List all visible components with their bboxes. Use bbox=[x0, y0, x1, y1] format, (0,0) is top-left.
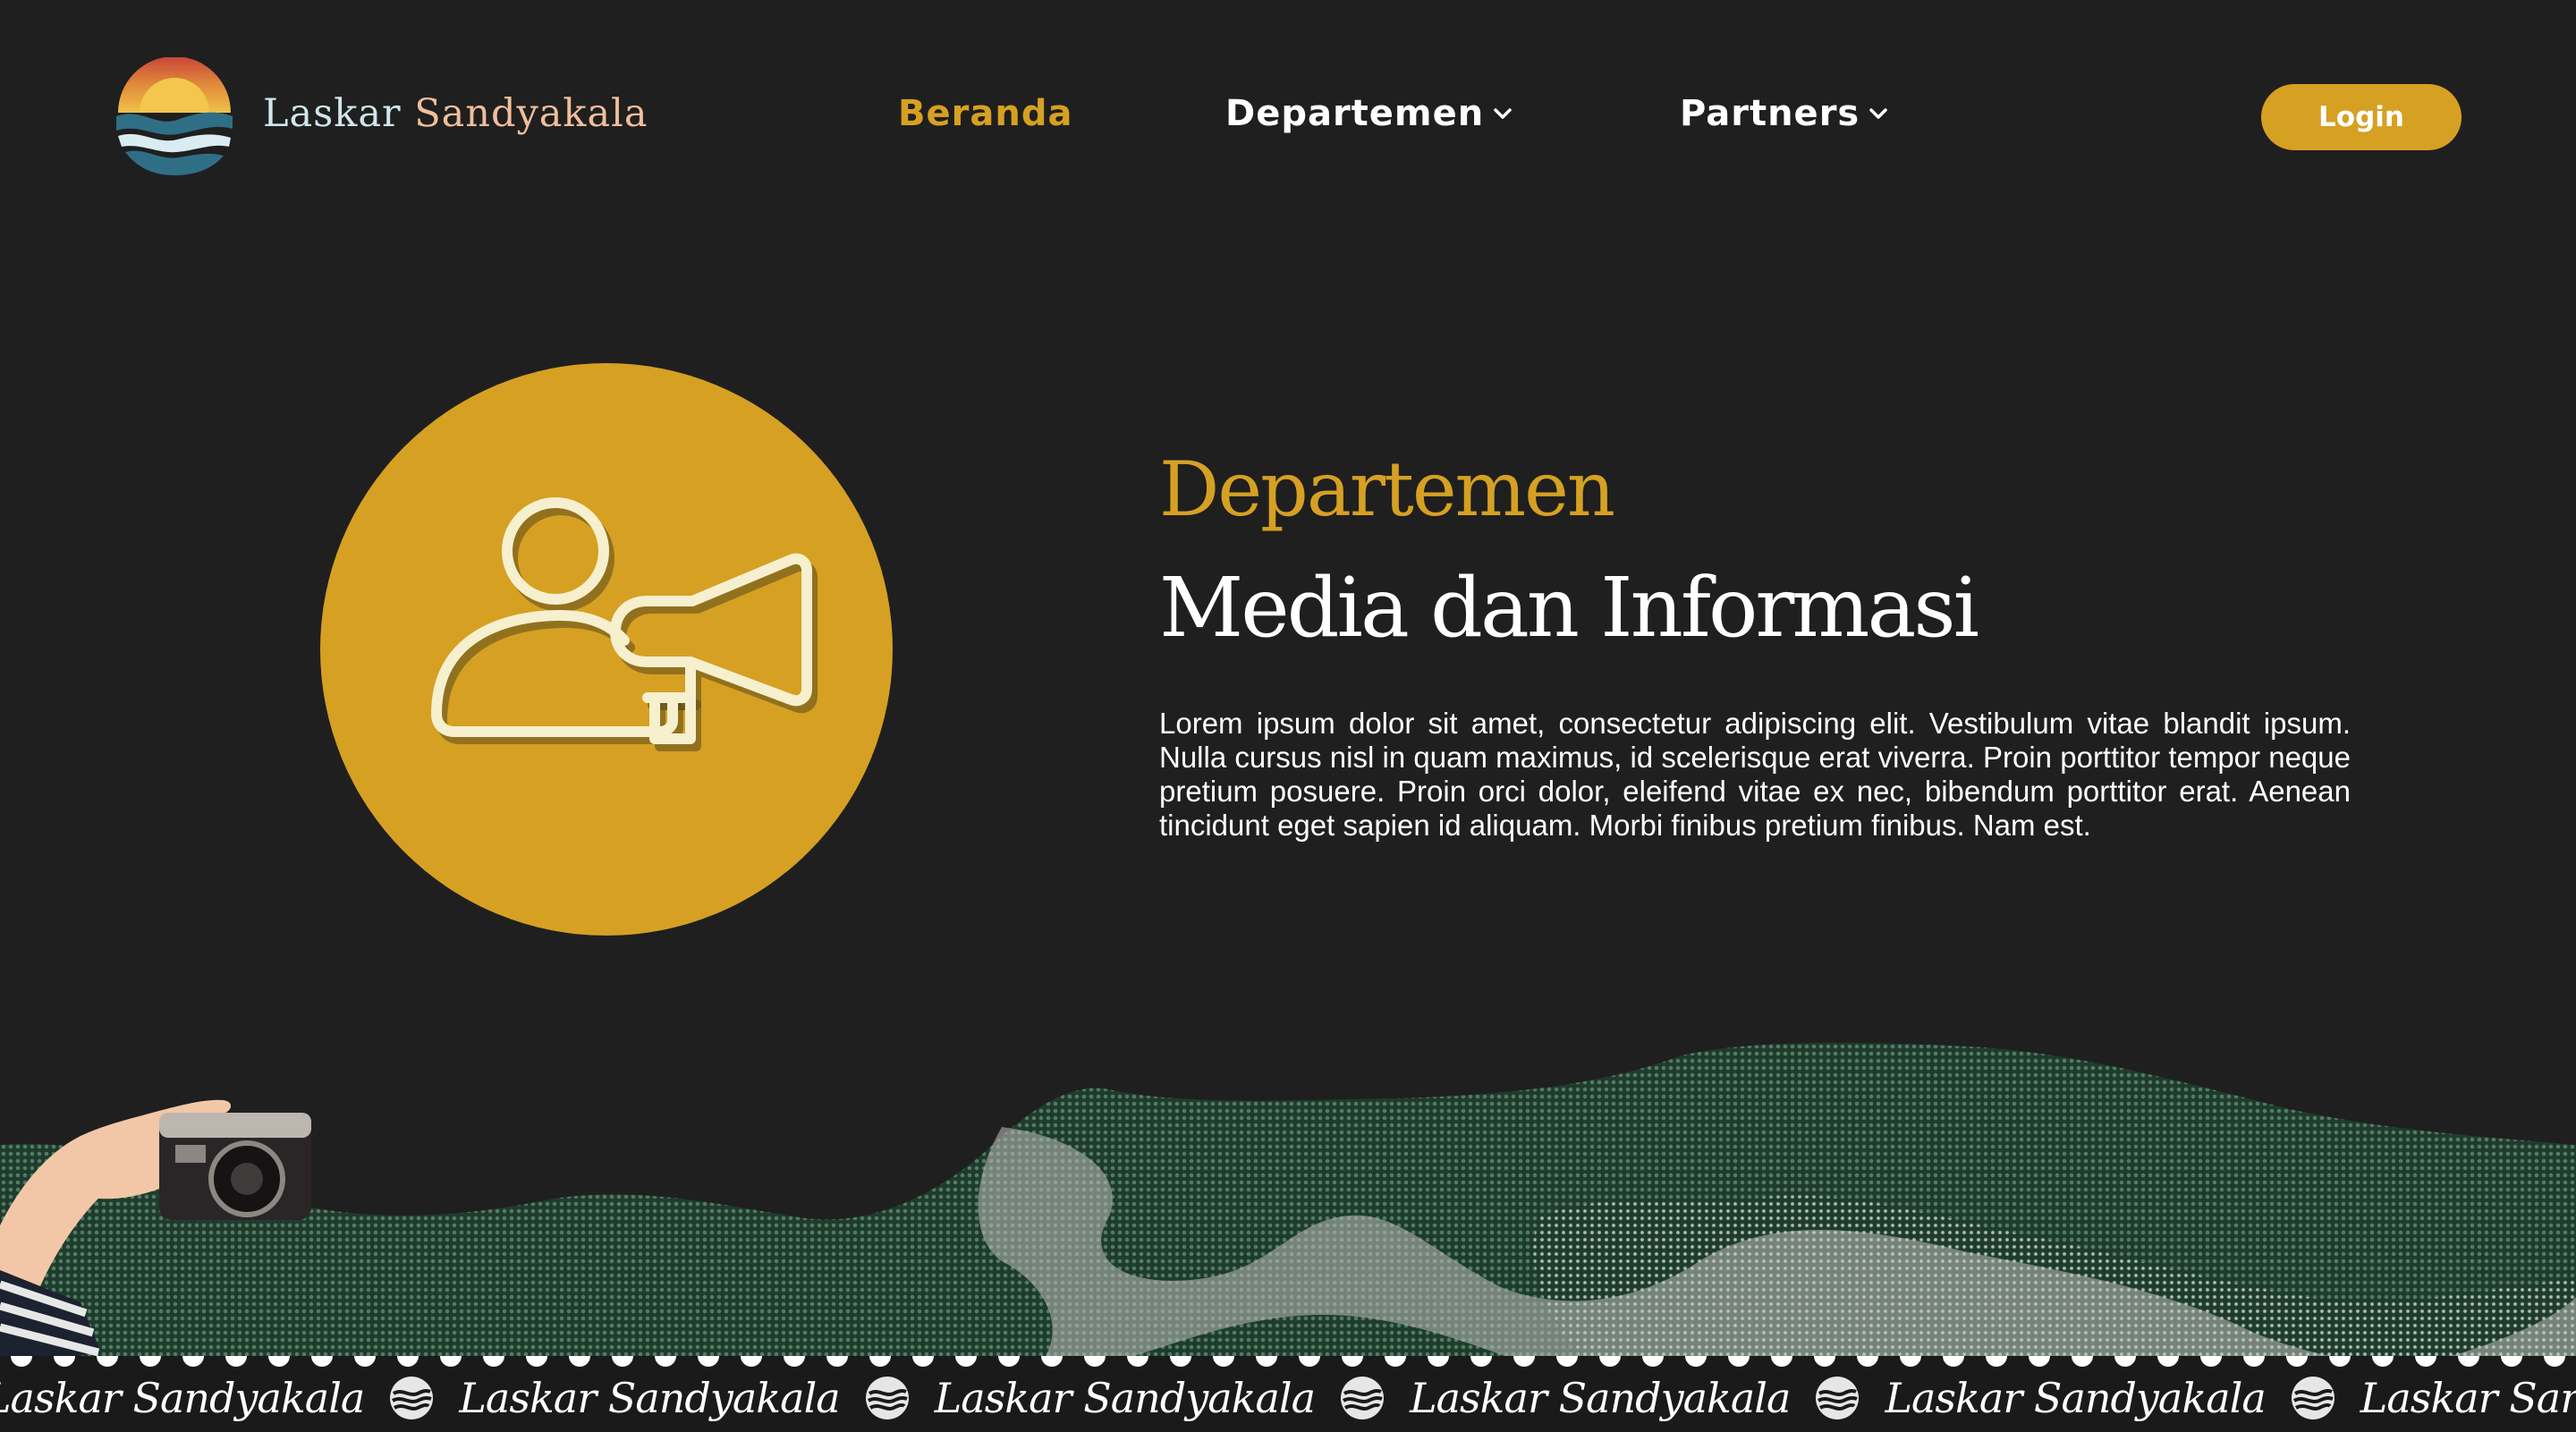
brand-name-part1: Laskar bbox=[263, 91, 402, 136]
nav-item-label: Beranda bbox=[898, 93, 1073, 134]
chevron-down-icon bbox=[1494, 108, 1512, 119]
brand-logo[interactable] bbox=[114, 57, 234, 177]
ticker-text: Laskar Sandyakala bbox=[934, 1374, 1316, 1422]
ticker-text: Laskar Sandyakala bbox=[2360, 1374, 2576, 1422]
brand-name[interactable]: Laskar Sandyakala bbox=[263, 91, 648, 136]
wave-logo-icon bbox=[1816, 1377, 1860, 1419]
user-megaphone-icon bbox=[431, 497, 818, 751]
nav-item-departemen[interactable]: Departemen bbox=[1225, 93, 1514, 134]
section-kicker: Departemen bbox=[1159, 445, 1615, 533]
ticker-text: Laskar Sandyakala bbox=[459, 1374, 840, 1422]
nav-item-label: Partners bbox=[1680, 93, 1860, 134]
ticker-text: Laskar Sandyakala bbox=[1885, 1374, 2266, 1422]
ticker-perforated-edge bbox=[0, 1356, 2576, 1368]
nav-item-partners[interactable]: Partners bbox=[1680, 93, 1890, 134]
login-button[interactable]: Login bbox=[2261, 84, 2462, 150]
wave-logo-icon bbox=[865, 1377, 909, 1419]
wave-logo-icon bbox=[390, 1377, 434, 1419]
brand-ticker: Laskar Sandyakala Laskar Sandyakala Lask… bbox=[0, 1356, 2576, 1432]
department-title: Media dan Informasi bbox=[1159, 560, 1979, 656]
nav-item-label: Departemen bbox=[1225, 93, 1485, 134]
department-description: Lorem ipsum dolor sit amet, consectetur … bbox=[1159, 707, 2351, 842]
mountain-collage-image bbox=[0, 1042, 2576, 1368]
brand-name-part2: Sandyakala bbox=[414, 91, 648, 136]
ticker-text: Laskar Sandyakala bbox=[0, 1374, 365, 1422]
chevron-down-icon bbox=[1869, 108, 1887, 119]
wave-logo-icon bbox=[1341, 1377, 1385, 1419]
hand-holding-camera-image bbox=[0, 1099, 311, 1377]
nav-item-beranda[interactable]: Beranda bbox=[898, 93, 1072, 134]
ticker-text: Laskar Sandyakala bbox=[1410, 1374, 1791, 1422]
wave-logo-icon bbox=[2291, 1377, 2334, 1419]
